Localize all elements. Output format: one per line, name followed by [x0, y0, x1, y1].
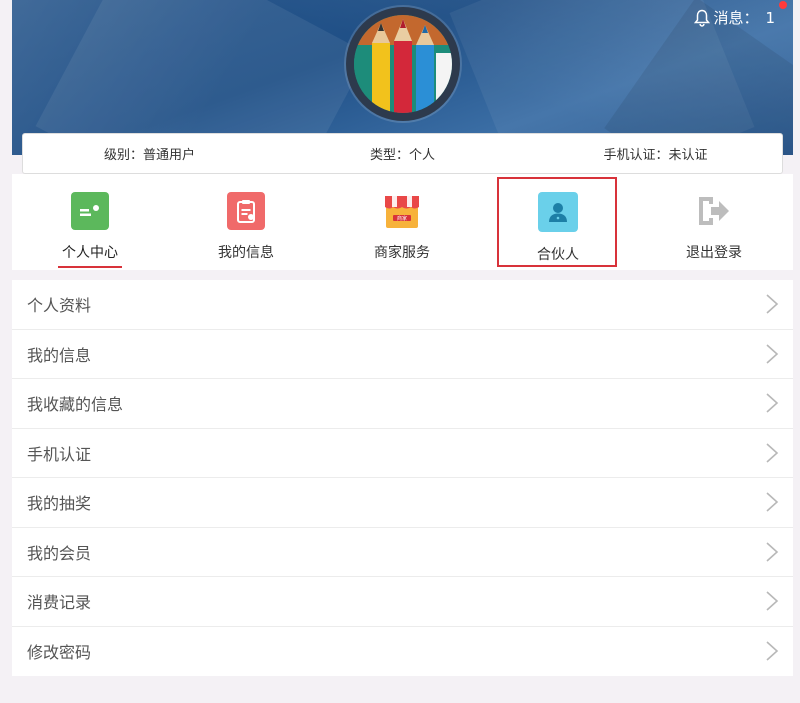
menu-item-membership[interactable]: 我的会员 [12, 528, 793, 577]
bell-icon [694, 9, 711, 27]
nav-personal-center[interactable]: 个人中心 [12, 174, 168, 270]
quick-nav: 个人中心 我的信息 商家 商家服务 合伙人 退出登录 [12, 174, 793, 270]
nav-label: 退出登录 [686, 245, 742, 261]
nav-merchant-service[interactable]: 商家 商家服务 [324, 174, 480, 270]
id-card-icon [71, 192, 109, 230]
menu-item-label: 个人资料 [27, 296, 92, 316]
chevron-right-icon [766, 443, 779, 463]
chevron-right-icon [766, 344, 779, 364]
menu-item-label: 我的抽奖 [27, 494, 92, 514]
active-underline [58, 266, 122, 268]
page: 消息： 1 级别：普通用户 类型：个人 手机认证：未认证 个人中心 我的信息 商… [12, 0, 793, 703]
chevron-right-icon [766, 294, 779, 314]
user-icon [538, 192, 578, 232]
menu-item-profile[interactable]: 个人资料 [12, 280, 793, 330]
chevron-right-icon [766, 542, 779, 562]
profile-banner: 消息： 1 [12, 0, 793, 155]
chevron-right-icon [766, 393, 779, 413]
chevron-right-icon [766, 641, 779, 661]
shop-icon: 商家 [383, 192, 421, 230]
nav-label: 商家服务 [374, 245, 430, 261]
menu-item-label: 消费记录 [27, 593, 92, 613]
avatar[interactable] [346, 7, 460, 121]
notice-label: 消息： [713, 9, 759, 27]
notice-count: 1 [765, 8, 775, 27]
avatar-image [354, 15, 452, 113]
logout-icon [695, 192, 733, 230]
chevron-right-icon [766, 591, 779, 611]
settings-menu: 个人资料 我的信息 我收藏的信息 手机认证 我的抽奖 我的会员 消费记录 修改密… [12, 280, 793, 676]
shop-badge-text: 商家 [396, 215, 407, 222]
notice-button[interactable]: 消息： 1 [694, 1, 787, 28]
nav-my-info[interactable]: 我的信息 [168, 174, 324, 270]
menu-item-my-info[interactable]: 我的信息 [12, 330, 793, 379]
menu-item-label: 我的会员 [27, 543, 92, 563]
clipboard-icon [227, 192, 265, 230]
nav-label: 合伙人 [537, 247, 579, 263]
account-info-bar: 级别：普通用户 类型：个人 手机认证：未认证 [22, 133, 783, 174]
phone-auth-status: 手机认证：未认证 [603, 148, 708, 163]
menu-item-favorites[interactable]: 我收藏的信息 [12, 379, 793, 429]
nav-partner[interactable]: 合伙人 [480, 174, 636, 270]
notice-dot [779, 1, 787, 9]
menu-item-consumption[interactable]: 消费记录 [12, 577, 793, 627]
menu-item-label: 我的信息 [27, 345, 92, 365]
account-level: 级别：普通用户 [103, 148, 195, 163]
menu-item-phone-auth[interactable]: 手机认证 [12, 429, 793, 478]
menu-item-label: 修改密码 [27, 643, 92, 663]
menu-item-label: 手机认证 [27, 444, 92, 464]
menu-item-label: 我收藏的信息 [27, 395, 124, 415]
chevron-right-icon [766, 492, 779, 512]
account-type: 类型：个人 [369, 148, 435, 163]
nav-label: 我的信息 [218, 245, 274, 261]
nav-label: 个人中心 [62, 245, 118, 261]
menu-item-change-password[interactable]: 修改密码 [12, 627, 793, 677]
menu-item-lottery[interactable]: 我的抽奖 [12, 478, 793, 528]
nav-logout[interactable]: 退出登录 [636, 174, 792, 270]
